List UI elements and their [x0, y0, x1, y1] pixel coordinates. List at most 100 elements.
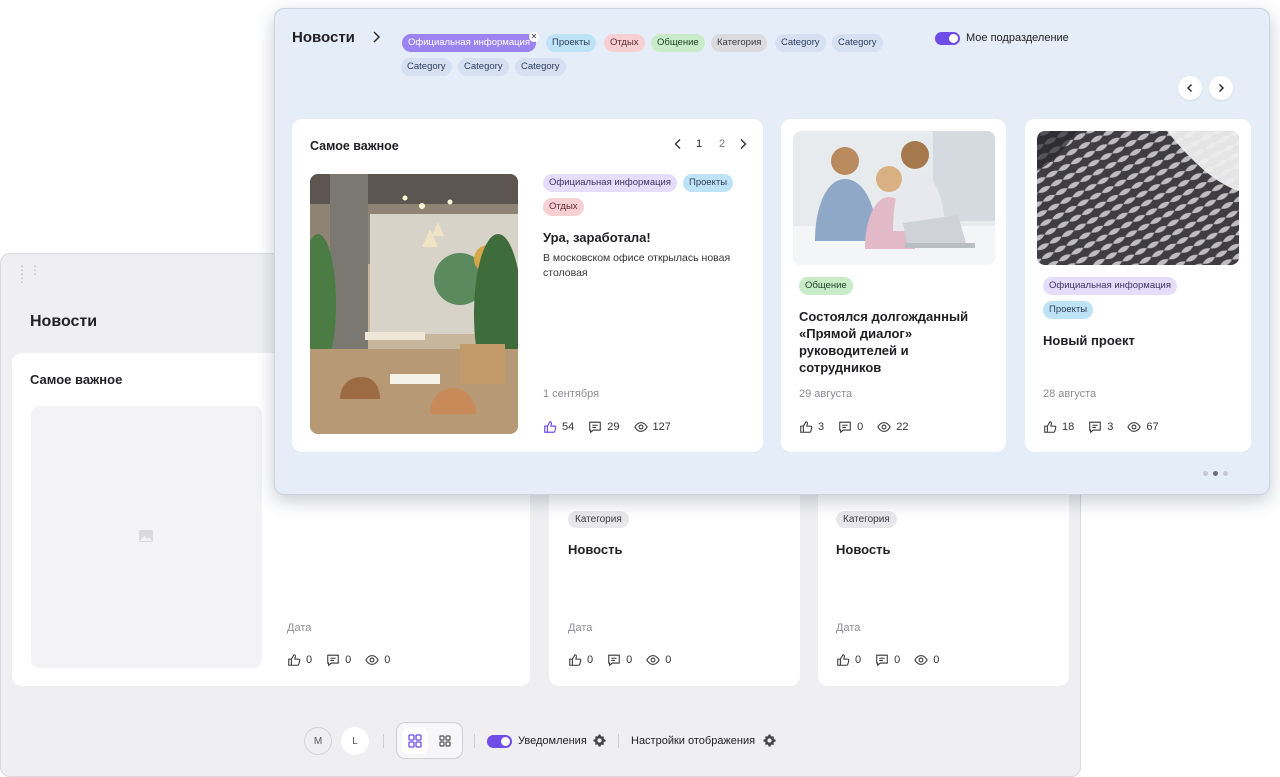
gear-icon[interactable]: [762, 733, 777, 748]
news-title[interactable]: Новость: [836, 542, 891, 557]
tag-official[interactable]: Официальная информация: [1043, 277, 1177, 295]
tag-projects[interactable]: Проекты: [683, 174, 734, 192]
like-stat[interactable]: 0: [287, 653, 312, 667]
featured-pager: 1 2: [673, 138, 748, 150]
eye-icon: [646, 655, 660, 665]
like-stat[interactable]: 0: [836, 653, 861, 667]
comment-icon: [589, 421, 602, 434]
chevron-right-icon[interactable]: [370, 29, 382, 45]
page-number[interactable]: 2: [715, 138, 729, 150]
comment-stat[interactable]: 0: [838, 420, 863, 434]
like-stat[interactable]: 0: [568, 653, 593, 667]
gear-icon[interactable]: [592, 733, 607, 748]
drag-handle-icon[interactable]: ⋮⋮⋮: [16, 264, 41, 284]
image-placeholder-icon: [139, 530, 153, 542]
like-count: 18: [1062, 421, 1075, 433]
size-l-button[interactable]: L: [341, 727, 369, 755]
office-team-photo[interactable]: [793, 131, 995, 265]
view-stat: 0: [914, 653, 939, 667]
my-department-label: Мое подразделение: [966, 32, 1069, 44]
filter-tag-category-en[interactable]: Category: [832, 34, 883, 52]
filter-tag-category-en[interactable]: Category: [401, 58, 452, 76]
news-title[interactable]: Состоялся долгожданный «Прямой диалог» р…: [799, 308, 979, 376]
tag-official[interactable]: Официальная информация: [543, 174, 677, 192]
filter-tag-category-en[interactable]: Category: [458, 58, 509, 76]
chevron-right-icon[interactable]: [738, 138, 748, 150]
thumbs-up-icon: [288, 654, 301, 666]
news-title[interactable]: Новый проект: [1043, 332, 1223, 349]
view-stat: 0: [365, 653, 390, 667]
comment-stat[interactable]: 0: [607, 653, 632, 667]
view-count: 0: [933, 654, 940, 666]
architecture-photo[interactable]: [1037, 131, 1239, 265]
notifications-toggle[interactable]: [487, 735, 512, 748]
comment-stat[interactable]: 0: [875, 653, 900, 667]
comment-count: 3: [1107, 421, 1114, 433]
carousel-next-button[interactable]: [1209, 76, 1233, 100]
view-stat: 0: [646, 653, 671, 667]
news-title[interactable]: Новость: [568, 542, 623, 557]
comment-icon: [839, 421, 851, 434]
grid-small-icon: [439, 735, 451, 747]
carousel-dot[interactable]: [1203, 471, 1208, 476]
featured-news-date: 1 сентября: [543, 388, 600, 400]
filter-tag-official[interactable]: Официальная информация: [402, 34, 536, 52]
size-m-button[interactable]: M: [304, 727, 332, 755]
comment-stat[interactable]: 0: [326, 653, 351, 667]
eye-icon: [633, 422, 648, 432]
chevron-left-icon[interactable]: [673, 138, 683, 150]
view-count: 0: [665, 654, 672, 666]
small-grid-view-button[interactable]: [432, 728, 458, 754]
notifications-label: Уведомления: [518, 735, 587, 747]
category-chip[interactable]: Категория: [568, 511, 629, 528]
page-number[interactable]: 1: [692, 138, 706, 150]
close-icon[interactable]: ✕: [529, 32, 539, 42]
carousel-dot[interactable]: [1223, 471, 1228, 476]
tag-leisure[interactable]: Отдых: [543, 198, 584, 216]
thumbs-up-icon: [800, 421, 813, 433]
eye-icon: [365, 655, 379, 665]
tag-projects[interactable]: Проекты: [1043, 301, 1094, 319]
like-count: 0: [306, 654, 313, 666]
cafe-photo[interactable]: [310, 174, 518, 434]
comment-count: 0: [857, 421, 864, 433]
like-stat[interactable]: 3: [799, 420, 824, 434]
back-featured-heading: Самое важное: [30, 372, 123, 387]
carousel-dots: [1203, 471, 1228, 476]
back-featured-date: Дата: [287, 622, 312, 634]
like-stat[interactable]: 18: [1043, 420, 1074, 434]
news-stats: 0 0 0: [836, 653, 947, 667]
filter-tag-projects[interactable]: Проекты: [546, 34, 597, 52]
carousel-prev-button[interactable]: [1178, 76, 1202, 100]
filter-tag-category[interactable]: Категория: [711, 34, 768, 52]
filter-tag-communication[interactable]: Общение: [651, 34, 705, 52]
filter-tag-category-en[interactable]: Category: [515, 58, 566, 76]
display-settings-label[interactable]: Настройки отображения: [631, 735, 755, 747]
news-stats: 3 0 22: [799, 420, 917, 434]
featured-news-title[interactable]: Ура, заработала!: [543, 229, 748, 246]
eye-icon: [877, 422, 891, 432]
filter-tag-category-en[interactable]: Category: [775, 34, 826, 52]
thumbs-up-icon: [569, 654, 582, 666]
news-date: 29 августа: [799, 388, 853, 400]
comment-stat[interactable]: 29: [588, 420, 620, 434]
featured-news-stats: 54 29 127: [543, 420, 679, 434]
like-count: 54: [562, 421, 575, 433]
featured-news-description: В московском офисе открылась новая столо…: [543, 252, 731, 279]
comment-count: 0: [345, 654, 352, 666]
news-widget-title[interactable]: Новости: [292, 29, 355, 46]
comment-icon: [1089, 421, 1102, 434]
thumbs-up-icon: [837, 654, 850, 666]
comment-stat[interactable]: 3: [1088, 420, 1113, 434]
view-count: 67: [1146, 421, 1159, 433]
category-chip[interactable]: Категория: [836, 511, 897, 528]
comment-icon: [327, 654, 339, 667]
tag-communication[interactable]: Общение: [799, 277, 853, 295]
large-grid-view-button[interactable]: [402, 728, 428, 754]
like-stat[interactable]: 54: [543, 420, 574, 434]
filter-tag-leisure[interactable]: Отдых: [604, 34, 645, 52]
news-date: Дата: [836, 622, 861, 634]
carousel-dot[interactable]: [1213, 471, 1218, 476]
my-department-toggle[interactable]: [935, 32, 960, 45]
divider: [618, 734, 619, 748]
